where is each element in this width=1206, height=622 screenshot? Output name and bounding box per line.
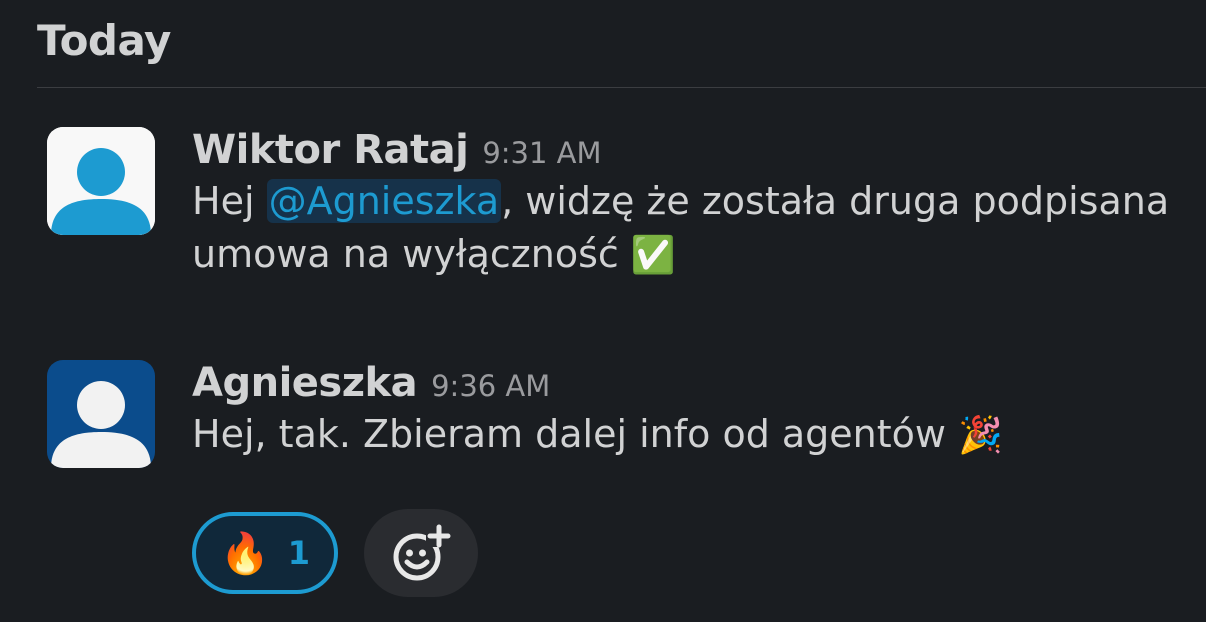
- message-text-part: Hej: [192, 179, 267, 223]
- add-emoji-icon: [393, 524, 452, 581]
- reactions-bar: 🔥 1: [192, 509, 478, 597]
- user-icon: [47, 360, 155, 468]
- avatar[interactable]: [47, 127, 155, 235]
- message-text-part: Hej, tak. Zbieram dalej info od agentów: [192, 412, 959, 456]
- day-header: Today: [37, 16, 171, 65]
- user-icon: [47, 127, 155, 235]
- message-text: Hej @Agnieszka, widzę że została druga p…: [192, 175, 1202, 282]
- reaction-fire-button[interactable]: 🔥 1: [192, 512, 338, 594]
- author-name[interactable]: Wiktor Rataj: [192, 127, 469, 173]
- message-text: Hej, tak. Zbieram dalej info od agentów …: [192, 408, 1202, 462]
- timestamp[interactable]: 9:31 AM: [482, 136, 601, 170]
- user-mention[interactable]: @Agnieszka: [266, 179, 502, 223]
- add-reaction-button[interactable]: [364, 509, 478, 597]
- timestamp[interactable]: 9:36 AM: [431, 369, 550, 403]
- avatar[interactable]: [47, 360, 155, 468]
- fire-emoji-icon: 🔥: [219, 530, 270, 577]
- party-popper-emoji-icon: 🎉: [958, 415, 1003, 456]
- author-name[interactable]: Agnieszka: [192, 360, 418, 406]
- divider: [37, 87, 1206, 88]
- reaction-count: 1: [287, 534, 311, 572]
- check-mark-emoji-icon: ✅: [630, 235, 676, 276]
